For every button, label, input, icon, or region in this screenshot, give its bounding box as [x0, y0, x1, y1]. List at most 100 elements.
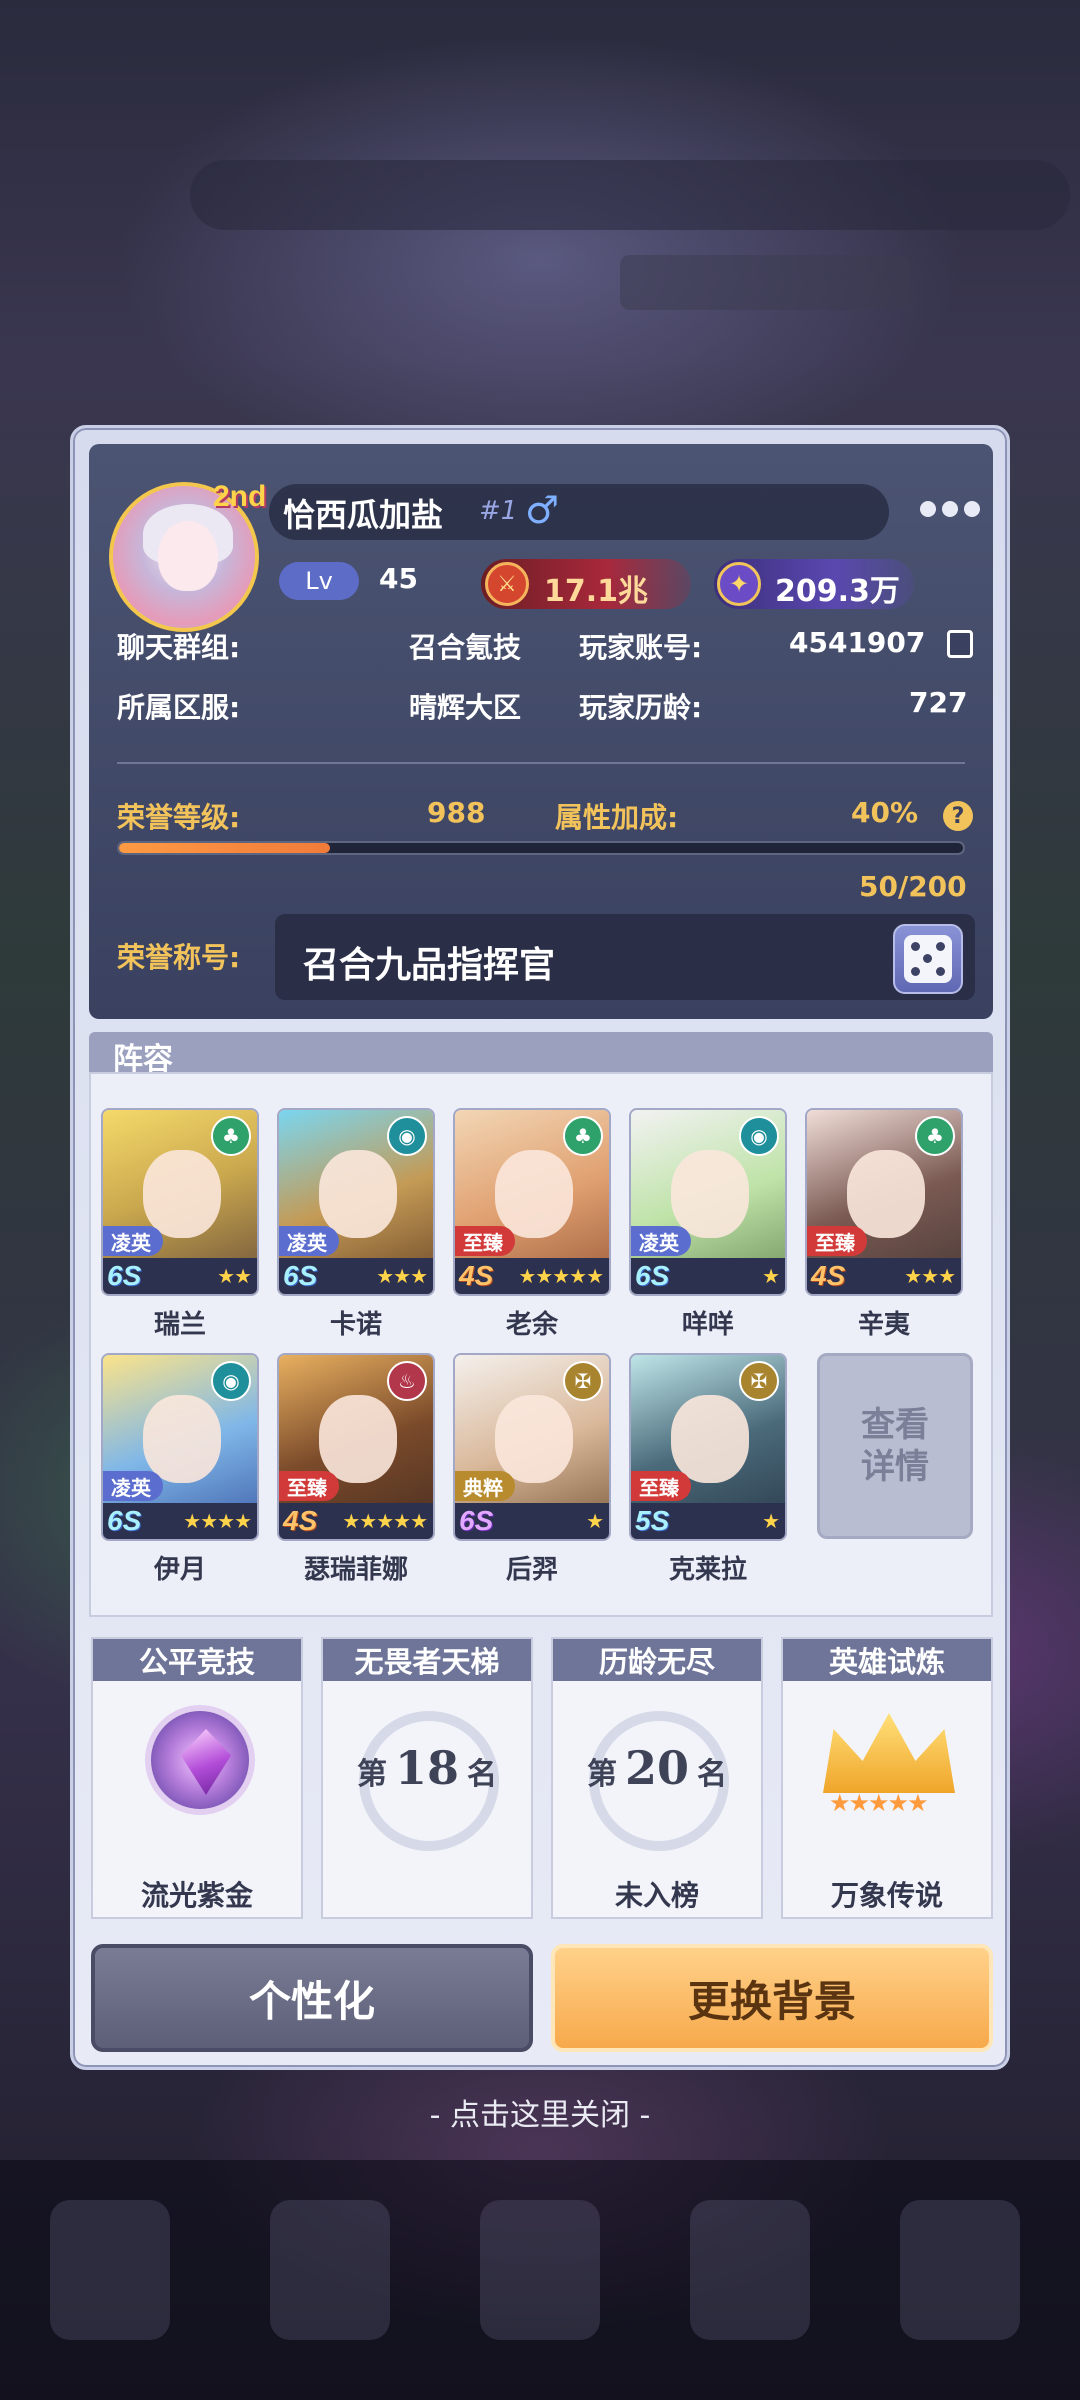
account-label: 玩家账号:: [579, 631, 703, 664]
hero-rarity-tag: 凌英: [103, 1226, 163, 1256]
hero-card[interactable]: ♣ 凌英 6S ★★: [101, 1108, 259, 1296]
background-nav-icon: [50, 2200, 170, 2340]
hero-name: 咩咩: [681, 1310, 734, 1340]
hero-rarity-tag: 典粹: [455, 1471, 515, 1501]
hero-slot[interactable]: ◉ 凌英 6S ★★★★ 伊月: [101, 1353, 259, 1586]
hero-name: 辛夷: [857, 1310, 910, 1340]
hero-stars: ★: [762, 1509, 780, 1533]
hero-stage: 6S: [107, 1505, 142, 1536]
copy-icon[interactable]: [947, 630, 973, 658]
sword-icon: ⚔: [485, 562, 529, 606]
hero-stage: 4S: [459, 1260, 494, 1291]
ranking-card-fair-arena[interactable]: 公平竞技 流光紫金: [91, 1637, 303, 1919]
crest-icon: ✠: [563, 1361, 603, 1401]
hero-stage: 5S: [635, 1505, 670, 1536]
view-details-button[interactable]: 查看详情: [817, 1353, 973, 1539]
leaf-icon: ♣: [211, 1116, 251, 1156]
hero-slot[interactable]: ♣ 至臻 4S ★★★ 辛夷: [805, 1108, 963, 1341]
hero-card[interactable]: ✠ 至臻 5S ★: [629, 1353, 787, 1541]
change-background-button[interactable]: 更换背景: [551, 1944, 993, 2052]
hero-slot[interactable]: ♣ 至臻 4S ★★★★★ 老余: [453, 1108, 611, 1341]
player-level: 45: [379, 562, 418, 595]
server-label: 所属区服:: [117, 691, 241, 724]
player-profile-panel: 2nd 恰西瓜加盐 #1 ♂ Lv 45 ⚔ 17.1兆 ✦ 209.3万 聊天…: [70, 425, 1010, 2070]
hero-stage: 6S: [635, 1260, 670, 1291]
hero-card[interactable]: ◉ 凌英 6S ★★★★: [101, 1353, 259, 1541]
ranking-title: 无畏者天梯: [323, 1639, 531, 1681]
hero-face: [671, 1395, 749, 1483]
background-nav-icon: [270, 2200, 390, 2340]
hero-card[interactable]: ✠ 典粹 6S ★: [453, 1353, 611, 1541]
ranking-card-fearless-ladder[interactable]: 无畏者天梯 第 18 名: [321, 1637, 533, 1919]
hero-rarity-tag: 至臻: [455, 1226, 515, 1256]
crest-icon: ✠: [739, 1361, 779, 1401]
ranking-position: 第 18 名: [356, 1741, 497, 1795]
hero-name: 后羿: [505, 1555, 558, 1585]
hero-stars: ★: [762, 1264, 780, 1288]
more-options-icon[interactable]: [915, 494, 985, 524]
hero-name: 伊月: [153, 1555, 206, 1585]
star-icon: ✦: [717, 562, 761, 606]
honor-level-value: 988: [427, 796, 486, 829]
hero-stars: ★★: [217, 1264, 252, 1288]
honor-title-label: 荣誉称号:: [117, 941, 241, 974]
hero-face: [143, 1395, 221, 1483]
ranking-card-endless[interactable]: 历龄无尽 第 20 名 未入榜: [551, 1637, 763, 1919]
hero-name: 卡诺: [329, 1310, 382, 1340]
account-value: 4541907: [789, 626, 926, 659]
amethyst-rank-icon: [145, 1705, 255, 1815]
power-value: 17.1兆: [544, 574, 649, 609]
server-value: 晴辉大区: [409, 691, 522, 724]
dice-icon: [904, 935, 952, 983]
ranking-title: 公平竞技: [93, 1639, 301, 1681]
close-hint[interactable]: - 点击这里关闭 -: [0, 2090, 1080, 2134]
hero-stage: 6S: [459, 1505, 494, 1536]
hero-stars: ★★★★★: [342, 1509, 428, 1533]
hero-slot[interactable]: ♨ 至臻 4S ★★★★★ 瑟瑞菲娜: [277, 1353, 435, 1586]
star-value: 209.3万: [775, 574, 900, 609]
hero-rarity-tag: 凌英: [631, 1226, 691, 1256]
ranking-title: 历龄无尽: [553, 1639, 761, 1681]
hero-slot[interactable]: ◉ 凌英 6S ★★★ 卡诺: [277, 1108, 435, 1341]
crown-stars: ★★★★★: [829, 1789, 929, 1817]
hero-name: 克莱拉: [668, 1555, 747, 1585]
ranking-body: 第 18 名: [323, 1681, 531, 1875]
background-status-bar: [620, 255, 910, 310]
hero-card[interactable]: ◉ 凌英 6S ★★★: [277, 1108, 435, 1296]
hero-card[interactable]: ♨ 至臻 4S ★★★★★: [277, 1353, 435, 1541]
ranking-footer: 流光紫金: [140, 1879, 253, 1912]
hero-stars: ★★★★★: [518, 1264, 604, 1288]
ranking-card-hero-trial[interactable]: 英雄试炼 ★★★★★ 万象传说: [781, 1637, 993, 1919]
honor-progress-bar: [117, 841, 965, 855]
attribute-bonus-value: 40%: [851, 796, 919, 829]
hero-stars: ★★★: [376, 1264, 428, 1288]
hero-stage: 6S: [107, 1260, 142, 1291]
hero-rarity-tag: 至臻: [279, 1471, 339, 1501]
flame-icon: ♨: [387, 1361, 427, 1401]
random-title-button[interactable]: [893, 924, 963, 994]
hero-slot[interactable]: ✠ 至臻 5S ★ 克莱拉: [629, 1353, 787, 1586]
ranking-footer: 万象传说: [830, 1879, 943, 1912]
player-rank-tag: #1: [479, 496, 518, 526]
hero-stage: 4S: [283, 1505, 318, 1536]
help-icon[interactable]: ?: [943, 801, 973, 831]
personalize-button[interactable]: 个性化: [91, 1944, 533, 2052]
level-label: Lv: [305, 567, 333, 595]
hero-slot[interactable]: ◉ 凌英 6S ★ 咩咩: [629, 1108, 787, 1341]
level-badge: Lv: [279, 562, 359, 600]
hero-card[interactable]: ♣ 至臻 4S ★★★★★: [453, 1108, 611, 1296]
background-nav-icon: [900, 2200, 1020, 2340]
hero-stage: 4S: [811, 1260, 846, 1291]
player-avatar[interactable]: 2nd: [109, 480, 266, 632]
profile-card: 2nd 恰西瓜加盐 #1 ♂ Lv 45 ⚔ 17.1兆 ✦ 209.3万 聊天…: [89, 444, 993, 1019]
hero-face: [671, 1150, 749, 1238]
hero-card[interactable]: ♣ 至臻 4S ★★★: [805, 1108, 963, 1296]
hero-rarity-tag: 凌英: [279, 1226, 339, 1256]
hero-card[interactable]: ◉ 凌英 6S ★: [629, 1108, 787, 1296]
hero-face: [495, 1150, 573, 1238]
age-label: 玩家历龄:: [579, 691, 703, 724]
hero-slot[interactable]: ♣ 凌英 6S ★★ 瑞兰: [101, 1108, 259, 1341]
hero-slot[interactable]: ✠ 典粹 6S ★ 后羿: [453, 1353, 611, 1586]
swirl-icon: ◉: [211, 1361, 251, 1401]
hero-face: [847, 1150, 925, 1238]
